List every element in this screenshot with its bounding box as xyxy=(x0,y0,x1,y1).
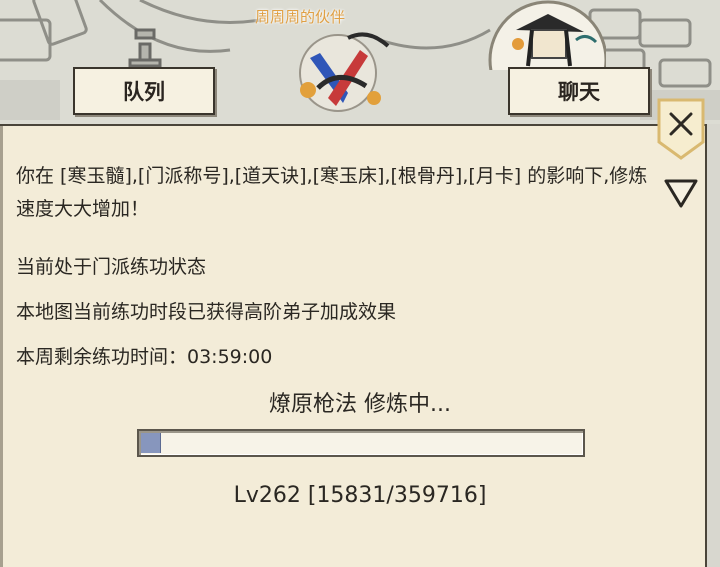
party-name-label: 周周周的伙伴 xyxy=(254,8,345,26)
sect-emblem-icon xyxy=(299,32,390,112)
game-screen: 周周周的伙伴 队列 聊天 你在 [寒玉髓],[门派称号],[道天诀],[寒玉床]… xyxy=(0,0,720,567)
bonus-status-line: 本地图当前练功时段已获得高阶弟子加成效果 xyxy=(16,301,397,323)
character-avatar-icon[interactable] xyxy=(488,0,606,70)
training-progress-bar xyxy=(137,429,585,457)
team-tab-button[interactable]: 队列 xyxy=(73,67,215,115)
panel-edge xyxy=(707,124,720,567)
training-status-line: 当前处于门派练功状态 xyxy=(16,256,207,278)
chat-tab-button[interactable]: 聊天 xyxy=(508,67,650,115)
buff-message: 你在 [寒玉髓],[门派称号],[道天诀],[寒玉床],[根骨丹],[月卡] 的… xyxy=(16,165,648,220)
triangle-down-icon[interactable] xyxy=(662,176,700,210)
training-progress-fill xyxy=(141,433,162,453)
remaining-time-line: 本周剩余练功时间：03:59:00 xyxy=(16,346,273,368)
level-progress-text: Lv262 [15831/359716] xyxy=(233,483,487,508)
training-skill-title: 燎原枪法 修炼中... xyxy=(269,392,451,417)
close-x-icon[interactable] xyxy=(656,98,706,160)
